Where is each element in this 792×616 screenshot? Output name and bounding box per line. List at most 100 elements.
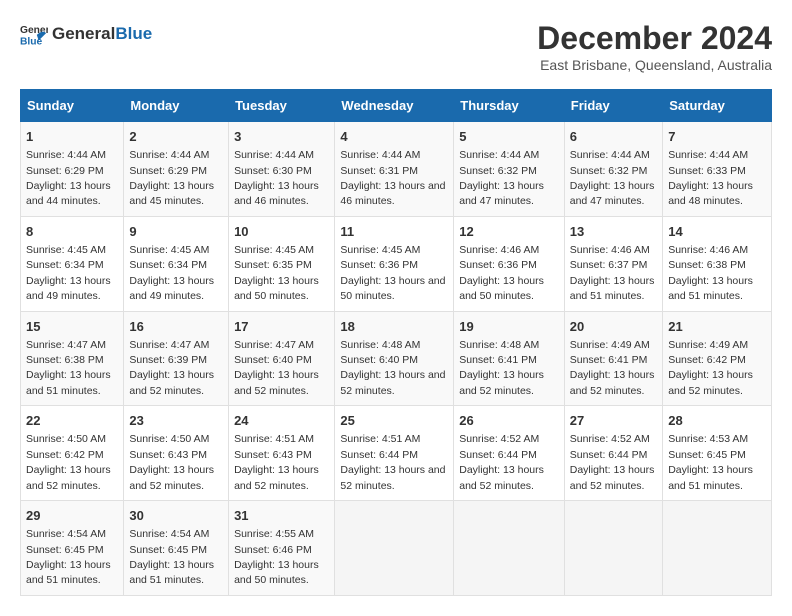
sunrise-info: Sunrise: 4:54 AM xyxy=(26,528,106,540)
page-title: December 2024 xyxy=(537,20,772,57)
sunset-info: Sunset: 6:29 PM xyxy=(129,165,207,177)
day-cell: 27Sunrise: 4:52 AMSunset: 6:44 PMDayligh… xyxy=(564,406,662,501)
sunset-info: Sunset: 6:43 PM xyxy=(234,449,312,461)
day-number: 7 xyxy=(668,128,766,146)
sunrise-info: Sunrise: 4:52 AM xyxy=(459,433,539,445)
day-cell: 29Sunrise: 4:54 AMSunset: 6:45 PMDayligh… xyxy=(21,501,124,596)
daylight-info: Daylight: 13 hours and 45 minutes. xyxy=(129,180,214,207)
daylight-info: Daylight: 13 hours and 51 minutes. xyxy=(570,275,655,302)
calendar-body: 1 Sunrise: 4:44 AM Sunset: 6:29 PM Daylight… xyxy=(21,122,772,596)
sunrise-info: Sunrise: 4:53 AM xyxy=(668,433,748,445)
sunset-info: Sunset: 6:32 PM xyxy=(459,165,537,177)
daylight-info: Daylight: 13 hours and 50 minutes. xyxy=(459,275,544,302)
daylight-info: Daylight: 13 hours and 52 minutes. xyxy=(26,464,111,491)
day-number: 1 xyxy=(26,128,118,146)
sunset-info: Sunset: 6:41 PM xyxy=(570,354,648,366)
sunrise-info: Sunrise: 4:52 AM xyxy=(570,433,650,445)
sunrise-info: Sunrise: 4:47 AM xyxy=(129,339,209,351)
day-cell: 18 Sunrise: 4:48 AM Sunset: 6:40 PM Dayligh… xyxy=(335,311,454,406)
sunset-info: Sunset: 6:39 PM xyxy=(129,354,207,366)
sunset-info: Sunset: 6:40 PM xyxy=(340,354,418,366)
sunrise-info: Sunrise: 4:47 AM xyxy=(26,339,106,351)
daylight-info: Daylight: 13 hours and 52 minutes. xyxy=(570,369,655,396)
daylight-info: Daylight: 13 hours and 52 minutes. xyxy=(234,369,319,396)
logo-text: GeneralBlue xyxy=(52,25,152,44)
daylight-info: Daylight: 13 hours and 52 minutes. xyxy=(340,369,445,396)
day-number: 22 xyxy=(26,412,118,430)
header-cell-sunday: Sunday xyxy=(21,90,124,122)
day-cell: 13Sunrise: 4:46 AMSunset: 6:37 PMDayligh… xyxy=(564,216,662,311)
daylight-info: Daylight: 13 hours and 47 minutes. xyxy=(459,180,544,207)
day-number: 18 xyxy=(340,318,448,336)
sunrise-info: Sunrise: 4:48 AM xyxy=(340,339,420,351)
logo-icon: General Blue xyxy=(20,20,48,48)
day-cell: 25Sunrise: 4:51 AMSunset: 6:44 PMDayligh… xyxy=(335,406,454,501)
day-number: 31 xyxy=(234,507,329,525)
sunrise-info: Sunrise: 4:46 AM xyxy=(570,244,650,256)
sunset-info: Sunset: 6:29 PM xyxy=(26,165,104,177)
sunset-info: Sunset: 6:44 PM xyxy=(570,449,648,461)
day-cell: 1Sunrise: 4:44 AMSunset: 6:29 PMDaylight… xyxy=(21,122,124,217)
sunset-info: Sunset: 6:36 PM xyxy=(340,259,418,271)
daylight-info: Daylight: 13 hours and 47 minutes. xyxy=(570,180,655,207)
daylight-info: Daylight: 13 hours and 46 minutes. xyxy=(234,180,319,207)
day-number: 4 xyxy=(340,128,448,146)
header-cell-wednesday: Wednesday xyxy=(335,90,454,122)
day-cell: 14Sunrise: 4:46 AMSunset: 6:38 PMDayligh… xyxy=(663,216,772,311)
sunrise-info: Sunrise: 4:44 AM xyxy=(26,149,106,161)
daylight-info: Daylight: 13 hours and 48 minutes. xyxy=(668,180,753,207)
day-number: 5 xyxy=(459,128,559,146)
day-cell: 5 Sunrise: 4:44 AM Sunset: 6:32 PM Daylight… xyxy=(454,122,565,217)
daylight-info: Daylight: 13 hours and 52 minutes. xyxy=(570,464,655,491)
sunrise-info: Sunrise: 4:49 AM xyxy=(668,339,748,351)
daylight-info: Daylight: 13 hours and 52 minutes. xyxy=(459,464,544,491)
sunset-info: Sunset: 6:34 PM xyxy=(129,259,207,271)
day-number: 28 xyxy=(668,412,766,430)
day-number: 3 xyxy=(234,128,329,146)
day-cell: 12Sunrise: 4:46 AMSunset: 6:36 PMDayligh… xyxy=(454,216,565,311)
sunrise-info: Sunrise: 4:46 AM xyxy=(668,244,748,256)
sunrise-info: Sunrise: 4:51 AM xyxy=(340,433,420,445)
sunrise-info: Sunrise: 4:47 AM xyxy=(234,339,314,351)
week-row-4: 22Sunrise: 4:50 AMSunset: 6:42 PMDayligh… xyxy=(21,406,772,501)
day-cell: 24Sunrise: 4:51 AMSunset: 6:43 PMDayligh… xyxy=(229,406,335,501)
day-cell: 31Sunrise: 4:55 AMSunset: 6:46 PMDayligh… xyxy=(229,501,335,596)
day-cell: 4 Sunrise: 4:44 AM Sunset: 6:31 PM Daylight… xyxy=(335,122,454,217)
sunrise-info: Sunrise: 4:44 AM xyxy=(234,149,314,161)
sunrise-info: Sunrise: 4:44 AM xyxy=(459,149,539,161)
sunset-info: Sunset: 6:45 PM xyxy=(129,544,207,556)
daylight-info: Daylight: 13 hours and 51 minutes. xyxy=(668,275,753,302)
day-cell: 28Sunrise: 4:53 AMSunset: 6:45 PMDayligh… xyxy=(663,406,772,501)
title-area: December 2024 East Brisbane, Queensland,… xyxy=(537,20,772,73)
day-number: 15 xyxy=(26,318,118,336)
day-cell: 16Sunrise: 4:47 AMSunset: 6:39 PMDayligh… xyxy=(124,311,229,406)
day-cell xyxy=(454,501,565,596)
daylight-info: Daylight: 13 hours and 50 minutes. xyxy=(340,275,445,302)
sunset-info: Sunset: 6:45 PM xyxy=(668,449,746,461)
day-cell: 10Sunrise: 4:45 AMSunset: 6:35 PMDayligh… xyxy=(229,216,335,311)
day-cell xyxy=(663,501,772,596)
week-row-2: 8Sunrise: 4:45 AMSunset: 6:34 PMDaylight… xyxy=(21,216,772,311)
svg-text:Blue: Blue xyxy=(20,36,43,47)
sunrise-info: Sunrise: 4:45 AM xyxy=(129,244,209,256)
day-number: 23 xyxy=(129,412,223,430)
header-cell-friday: Friday xyxy=(564,90,662,122)
day-number: 2 xyxy=(129,128,223,146)
day-cell xyxy=(335,501,454,596)
header-cell-saturday: Saturday xyxy=(663,90,772,122)
logo: General Blue GeneralBlue xyxy=(20,20,152,48)
sunset-info: Sunset: 6:31 PM xyxy=(340,165,418,177)
day-cell: 21Sunrise: 4:49 AMSunset: 6:42 PMDayligh… xyxy=(663,311,772,406)
day-number: 24 xyxy=(234,412,329,430)
day-number: 14 xyxy=(668,223,766,241)
sunrise-info: Sunrise: 4:46 AM xyxy=(459,244,539,256)
calendar-table: SundayMondayTuesdayWednesdayThursdayFrid… xyxy=(20,89,772,596)
daylight-info: Daylight: 13 hours and 46 minutes. xyxy=(340,180,445,207)
sunrise-info: Sunrise: 4:44 AM xyxy=(129,149,209,161)
sunrise-info: Sunrise: 4:44 AM xyxy=(340,149,420,161)
week-row-3: 15Sunrise: 4:47 AMSunset: 6:38 PMDayligh… xyxy=(21,311,772,406)
day-cell: 2 Sunrise: 4:44 AM Sunset: 6:29 PM Daylight… xyxy=(124,122,229,217)
daylight-info: Daylight: 13 hours and 51 minutes. xyxy=(26,559,111,586)
sunrise-info: Sunrise: 4:50 AM xyxy=(26,433,106,445)
week-row-1: 1 Sunrise: 4:44 AM Sunset: 6:29 PM Daylight… xyxy=(21,122,772,217)
